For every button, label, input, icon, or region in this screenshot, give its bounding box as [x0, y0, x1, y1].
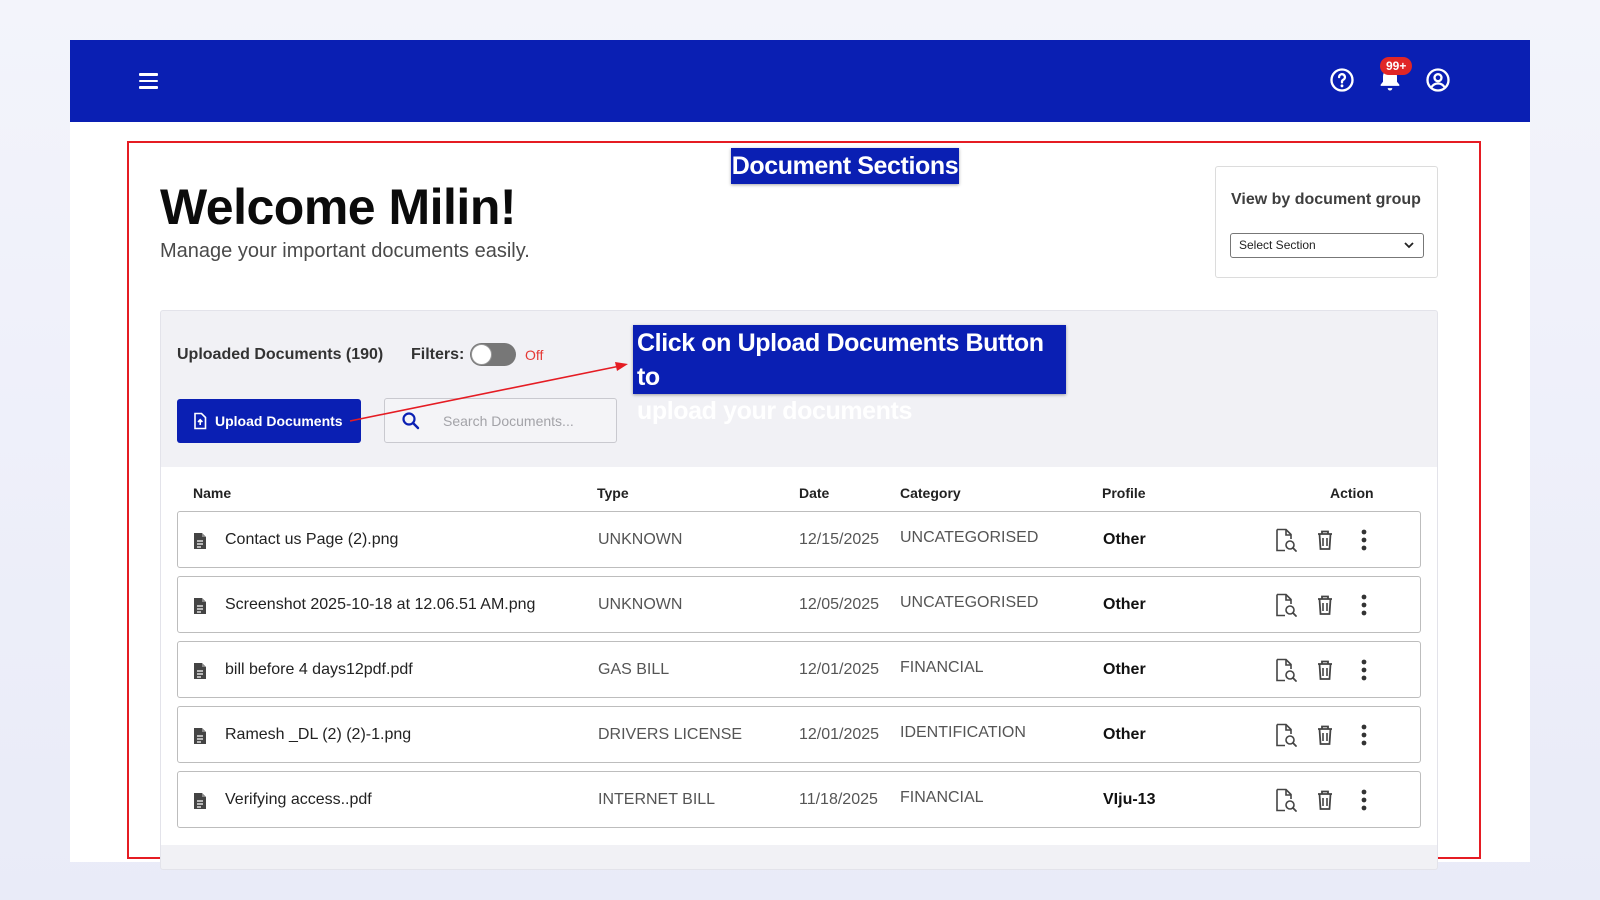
document-group-label: View by document group	[1231, 191, 1421, 208]
uploaded-documents-count: Uploaded Documents (190)	[177, 346, 384, 363]
toggle-knob	[471, 344, 492, 365]
document-type: GAS BILL	[598, 661, 670, 678]
table-row[interactable]: bill before 4 days12pdf.pdf GAS BILL 12/01…	[177, 641, 1421, 698]
account-circle-icon[interactable]	[1424, 66, 1452, 94]
document-name[interactable]: Contact us Page (2).png	[225, 531, 398, 549]
table-row[interactable]: Contact us Page (2).png UNKNOWN 12/15/2025…	[177, 511, 1421, 568]
upload-tip-callout: Click on Upload Documents Button to uplo…	[633, 325, 1066, 425]
tip-line-2: upload your documents	[637, 397, 912, 425]
header-action: Action	[1330, 485, 1374, 501]
document-file-icon	[194, 533, 206, 549]
section-select-value: Select Section	[1239, 238, 1316, 252]
table-row[interactable]: Verifying access..pdf INTERNET BILL 11/18/…	[177, 771, 1421, 828]
document-profile: Other	[1103, 661, 1146, 678]
preview-document-icon[interactable]	[1272, 787, 1298, 813]
preview-document-icon[interactable]	[1272, 657, 1298, 683]
more-options-icon[interactable]	[1351, 592, 1377, 618]
preview-document-icon[interactable]	[1272, 527, 1298, 553]
document-date: 12/05/2025	[799, 596, 880, 613]
document-type: INTERNET BILL	[598, 791, 716, 808]
delete-trash-icon[interactable]	[1312, 722, 1338, 748]
delete-trash-icon[interactable]	[1312, 592, 1338, 618]
document-file-icon	[194, 663, 206, 679]
notification-badge: 99+	[1380, 57, 1413, 75]
hamburger-menu-icon[interactable]	[136, 68, 162, 94]
delete-trash-icon[interactable]	[1312, 657, 1338, 683]
header-date[interactable]: Date	[799, 485, 829, 501]
help-circle-icon[interactable]	[1328, 66, 1356, 94]
header-profile[interactable]: Profile	[1102, 485, 1146, 501]
document-date: 12/15/2025	[799, 531, 880, 548]
table-row[interactable]: Ramesh _DL (2) (2)-1.png DRIVERS LICENSE 1…	[177, 706, 1421, 763]
document-date: 11/18/2025	[799, 791, 878, 808]
upload-documents-label: Upload Documents	[215, 413, 343, 429]
document-group-card: View by document group Select Section	[1215, 166, 1438, 278]
top-app-bar: 99+	[70, 40, 1530, 122]
preview-document-icon[interactable]	[1272, 592, 1298, 618]
document-name[interactable]: Screenshot 2025-10-18 at 12.06.51 AM.png	[225, 596, 535, 614]
search-input[interactable]	[443, 407, 611, 435]
document-file-icon	[194, 728, 206, 744]
document-category: UNCATEGORISED	[900, 529, 1039, 546]
table-row[interactable]: Screenshot 2025-10-18 at 12.06.51 AM.png…	[177, 576, 1421, 633]
header-type[interactable]: Type	[597, 485, 629, 501]
section-select[interactable]: Select Section	[1230, 233, 1424, 258]
chevron-down-icon	[1404, 242, 1414, 249]
more-options-icon[interactable]	[1351, 787, 1377, 813]
document-profile: Other	[1103, 596, 1146, 613]
upload-documents-button[interactable]: Upload Documents	[177, 399, 361, 443]
delete-trash-icon[interactable]	[1312, 527, 1338, 553]
more-options-icon[interactable]	[1351, 722, 1377, 748]
document-name[interactable]: bill before 4 days12pdf.pdf	[225, 661, 413, 679]
document-date: 12/01/2025	[799, 661, 880, 678]
search-icon	[402, 412, 420, 430]
document-category: FINANCIAL	[900, 659, 984, 676]
document-file-icon	[194, 793, 206, 809]
document-category: IDENTIFICATION	[900, 724, 1026, 741]
document-type: UNKNOWN	[598, 531, 683, 548]
document-profile: VIju-13	[1103, 791, 1156, 808]
more-options-icon[interactable]	[1351, 657, 1377, 683]
document-name[interactable]: Ramesh _DL (2) (2)-1.png	[225, 726, 411, 744]
delete-trash-icon[interactable]	[1312, 787, 1338, 813]
page-title: Welcome Milin!	[160, 179, 517, 235]
search-documents-box[interactable]	[384, 398, 617, 443]
document-date: 12/01/2025	[799, 726, 880, 743]
filters-label: Filters:	[411, 346, 465, 363]
filters-toggle[interactable]	[470, 343, 516, 366]
document-profile: Other	[1103, 531, 1146, 548]
document-category: FINANCIAL	[900, 789, 984, 806]
header-category[interactable]: Category	[900, 485, 961, 501]
document-type: DRIVERS LICENSE	[598, 726, 743, 743]
filters-state: Off	[525, 347, 544, 363]
page-subtitle: Manage your important documents easily.	[160, 240, 530, 262]
tip-line-1: Click on Upload Documents Button to	[637, 329, 1044, 391]
document-profile: Other	[1103, 726, 1146, 743]
section-callout: Document Sections	[731, 148, 959, 184]
header-name[interactable]: Name	[193, 485, 231, 501]
more-options-icon[interactable]	[1351, 527, 1377, 553]
preview-document-icon[interactable]	[1272, 722, 1298, 748]
document-type: UNKNOWN	[598, 596, 683, 613]
document-category: UNCATEGORISED	[900, 594, 1039, 611]
file-upload-icon	[194, 412, 207, 430]
document-name[interactable]: Verifying access..pdf	[225, 791, 372, 809]
document-file-icon	[194, 598, 206, 614]
